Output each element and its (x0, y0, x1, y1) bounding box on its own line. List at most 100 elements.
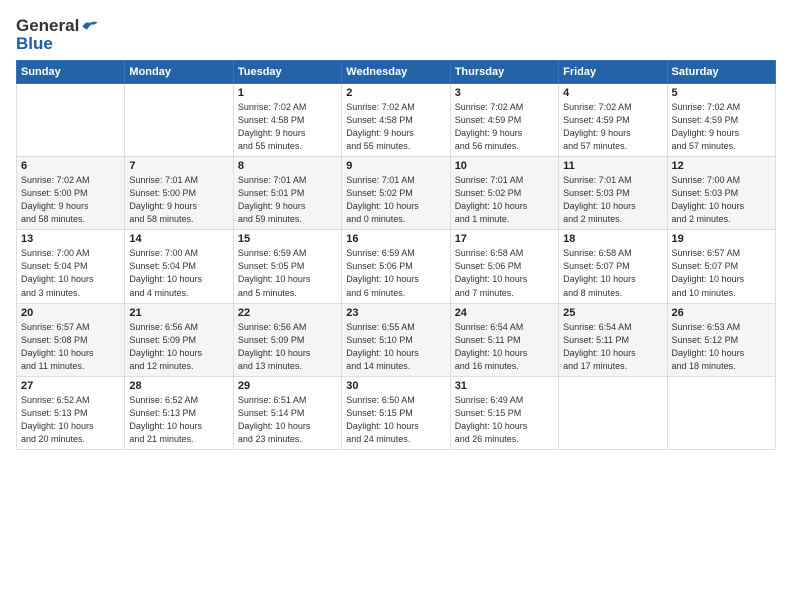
calendar-cell: 17Sunrise: 6:58 AM Sunset: 5:06 PM Dayli… (450, 230, 558, 303)
day-info: Sunrise: 6:50 AM Sunset: 5:15 PM Dayligh… (346, 394, 445, 446)
day-number: 8 (238, 160, 337, 172)
day-info: Sunrise: 7:02 AM Sunset: 4:58 PM Dayligh… (238, 101, 337, 153)
day-number: 9 (346, 160, 445, 172)
day-number: 4 (563, 87, 662, 99)
page: General Blue SundayMondayTuesdayWednesda… (0, 0, 792, 612)
calendar-cell: 28 Sunrise: 6:52 AM Sunset: 5:13 PM Dayli… (125, 376, 233, 449)
day-info: Sunrise: 6:59 AM Sunset: 5:05 PM Dayligh… (238, 247, 337, 299)
day-info: Sunrise: 7:00 AM Sunset: 5:04 PM Dayligh… (129, 247, 228, 299)
col-header-tuesday: Tuesday (233, 61, 341, 84)
day-info: Sunrise: 7:01 AM Sunset: 5:03 PM Dayligh… (563, 174, 662, 226)
day-info: Sunrise: 7:02 AM Sunset: 4:59 PM Dayligh… (563, 101, 662, 153)
day-info: Sunrise: 6:57 AM Sunset: 5:08 PM Dayligh… (21, 321, 120, 373)
calendar-cell: 7 Sunrise: 7:01 AM Sunset: 5:00 PM Daylig… (125, 157, 233, 230)
day-number: 16 (346, 233, 445, 245)
day-info: Sunrise: 7:01 AM Sunset: 5:01 PM Dayligh… (238, 174, 337, 226)
calendar-cell: 16 Sunrise: 6:59 AM Sunset: 5:06 PM Dayli… (342, 230, 450, 303)
calendar-cell: 5Sunrise: 7:02 AM Sunset: 4:59 PM Daylig… (667, 84, 775, 157)
col-header-monday: Monday (125, 61, 233, 84)
day-info: Sunrise: 6:55 AM Sunset: 5:10 PM Dayligh… (346, 321, 445, 373)
day-number: 21 (129, 307, 228, 319)
day-info: Sunrise: 7:02 AM Sunset: 4:58 PM Dayligh… (346, 101, 445, 153)
calendar-cell (17, 84, 125, 157)
day-number: 26 (672, 307, 771, 319)
day-info: Sunrise: 6:56 AM Sunset: 5:09 PM Dayligh… (238, 321, 337, 373)
col-header-thursday: Thursday (450, 61, 558, 84)
calendar-cell: 11 Sunrise: 7:01 AM Sunset: 5:03 PM Dayli… (559, 157, 667, 230)
calendar-week-row: 6 Sunrise: 7:02 AM Sunset: 5:00 PM Daylig… (17, 157, 776, 230)
day-number: 7 (129, 160, 228, 172)
logo-blue-text: Blue (16, 34, 99, 54)
calendar-cell: 2 Sunrise: 7:02 AM Sunset: 4:58 PM Daylig… (342, 84, 450, 157)
day-info: Sunrise: 7:00 AM Sunset: 5:03 PM Dayligh… (672, 174, 771, 226)
calendar-cell: 9 Sunrise: 7:01 AM Sunset: 5:02 PM Daylig… (342, 157, 450, 230)
day-info: Sunrise: 6:51 AM Sunset: 5:14 PM Dayligh… (238, 394, 337, 446)
calendar-cell: 19 Sunrise: 6:57 AM Sunset: 5:07 PM Dayli… (667, 230, 775, 303)
calendar-cell: 3 Sunrise: 7:02 AM Sunset: 4:59 PM Daylig… (450, 84, 558, 157)
day-info: Sunrise: 7:02 AM Sunset: 5:00 PM Dayligh… (21, 174, 120, 226)
calendar-cell (559, 376, 667, 449)
day-number: 25 (563, 307, 662, 319)
calendar-cell: 14 Sunrise: 7:00 AM Sunset: 5:04 PM Dayli… (125, 230, 233, 303)
calendar-cell: 26 Sunrise: 6:53 AM Sunset: 5:12 PM Dayli… (667, 303, 775, 376)
day-info: Sunrise: 6:49 AM Sunset: 5:15 PM Dayligh… (455, 394, 554, 446)
calendar-cell: 25 Sunrise: 6:54 AM Sunset: 5:11 PM Dayli… (559, 303, 667, 376)
calendar-cell: 13 Sunrise: 7:00 AM Sunset: 5:04 PM Dayli… (17, 230, 125, 303)
calendar-cell (667, 376, 775, 449)
day-info: Sunrise: 7:01 AM Sunset: 5:02 PM Dayligh… (455, 174, 554, 226)
day-number: 13 (21, 233, 120, 245)
logo: General Blue (16, 16, 99, 54)
day-number: 11 (563, 160, 662, 172)
day-number: 19 (672, 233, 771, 245)
day-info: Sunrise: 7:00 AM Sunset: 5:04 PM Dayligh… (21, 247, 120, 299)
day-info: Sunrise: 6:57 AM Sunset: 5:07 PM Dayligh… (672, 247, 771, 299)
day-info: Sunrise: 6:52 AM Sunset: 5:13 PM Dayligh… (129, 394, 228, 446)
calendar-cell: 12Sunrise: 7:00 AM Sunset: 5:03 PM Dayli… (667, 157, 775, 230)
day-info: Sunrise: 7:01 AM Sunset: 5:00 PM Dayligh… (129, 174, 228, 226)
col-header-wednesday: Wednesday (342, 61, 450, 84)
calendar-cell: 23 Sunrise: 6:55 AM Sunset: 5:10 PM Dayli… (342, 303, 450, 376)
day-number: 30 (346, 380, 445, 392)
day-number: 10 (455, 160, 554, 172)
day-number: 24 (455, 307, 554, 319)
day-number: 18 (563, 233, 662, 245)
day-info: Sunrise: 6:53 AM Sunset: 5:12 PM Dayligh… (672, 321, 771, 373)
col-header-friday: Friday (559, 61, 667, 84)
day-info: Sunrise: 6:54 AM Sunset: 5:11 PM Dayligh… (563, 321, 662, 373)
day-number: 15 (238, 233, 337, 245)
logo-general-text: General (16, 16, 79, 36)
day-number: 14 (129, 233, 228, 245)
day-info: Sunrise: 7:02 AM Sunset: 4:59 PM Dayligh… (455, 101, 554, 153)
day-number: 27 (21, 380, 120, 392)
logo-bird-icon (81, 17, 99, 35)
day-number: 6 (21, 160, 120, 172)
calendar-cell: 27Sunrise: 6:52 AM Sunset: 5:13 PM Dayli… (17, 376, 125, 449)
day-number: 28 (129, 380, 228, 392)
calendar-week-row: 27 Sunrise: 6:52 AM Sunset: 5:13 PM Dayli… (17, 376, 776, 449)
calendar-cell: 18Sunrise: 6:58 AM Sunset: 5:07 PM Dayli… (559, 230, 667, 303)
calendar-cell: 1 Sunrise: 7:02 AM Sunset: 4:58 PM Daylig… (233, 84, 341, 157)
calendar-cell: 29 Sunrise: 6:51 AM Sunset: 5:14 PM Dayli… (233, 376, 341, 449)
calendar-cell: 31Sunrise: 6:49 AM Sunset: 5:15 PM Dayli… (450, 376, 558, 449)
calendar-cell: 21 Sunrise: 6:56 AM Sunset: 5:09 PM Dayli… (125, 303, 233, 376)
calendar-header-row: SundayMondayTuesdayWednesdayThursdayFrid… (17, 61, 776, 84)
day-info: Sunrise: 6:59 AM Sunset: 5:06 PM Dayligh… (346, 247, 445, 299)
day-info: Sunrise: 6:56 AM Sunset: 5:09 PM Dayligh… (129, 321, 228, 373)
calendar-cell: 20Sunrise: 6:57 AM Sunset: 5:08 PM Dayli… (17, 303, 125, 376)
day-info: Sunrise: 7:01 AM Sunset: 5:02 PM Dayligh… (346, 174, 445, 226)
day-number: 2 (346, 87, 445, 99)
calendar-week-row: 20Sunrise: 6:57 AM Sunset: 5:08 PM Dayli… (17, 303, 776, 376)
day-number: 3 (455, 87, 554, 99)
day-number: 22 (238, 307, 337, 319)
day-number: 29 (238, 380, 337, 392)
calendar-cell: 6 Sunrise: 7:02 AM Sunset: 5:00 PM Daylig… (17, 157, 125, 230)
calendar-cell: 10 Sunrise: 7:01 AM Sunset: 5:02 PM Dayli… (450, 157, 558, 230)
day-number: 17 (455, 233, 554, 245)
day-number: 23 (346, 307, 445, 319)
calendar-week-row: 1 Sunrise: 7:02 AM Sunset: 4:58 PM Daylig… (17, 84, 776, 157)
calendar-cell (125, 84, 233, 157)
day-number: 1 (238, 87, 337, 99)
col-header-saturday: Saturday (667, 61, 775, 84)
calendar-cell: 24Sunrise: 6:54 AM Sunset: 5:11 PM Dayli… (450, 303, 558, 376)
col-header-sunday: Sunday (17, 61, 125, 84)
